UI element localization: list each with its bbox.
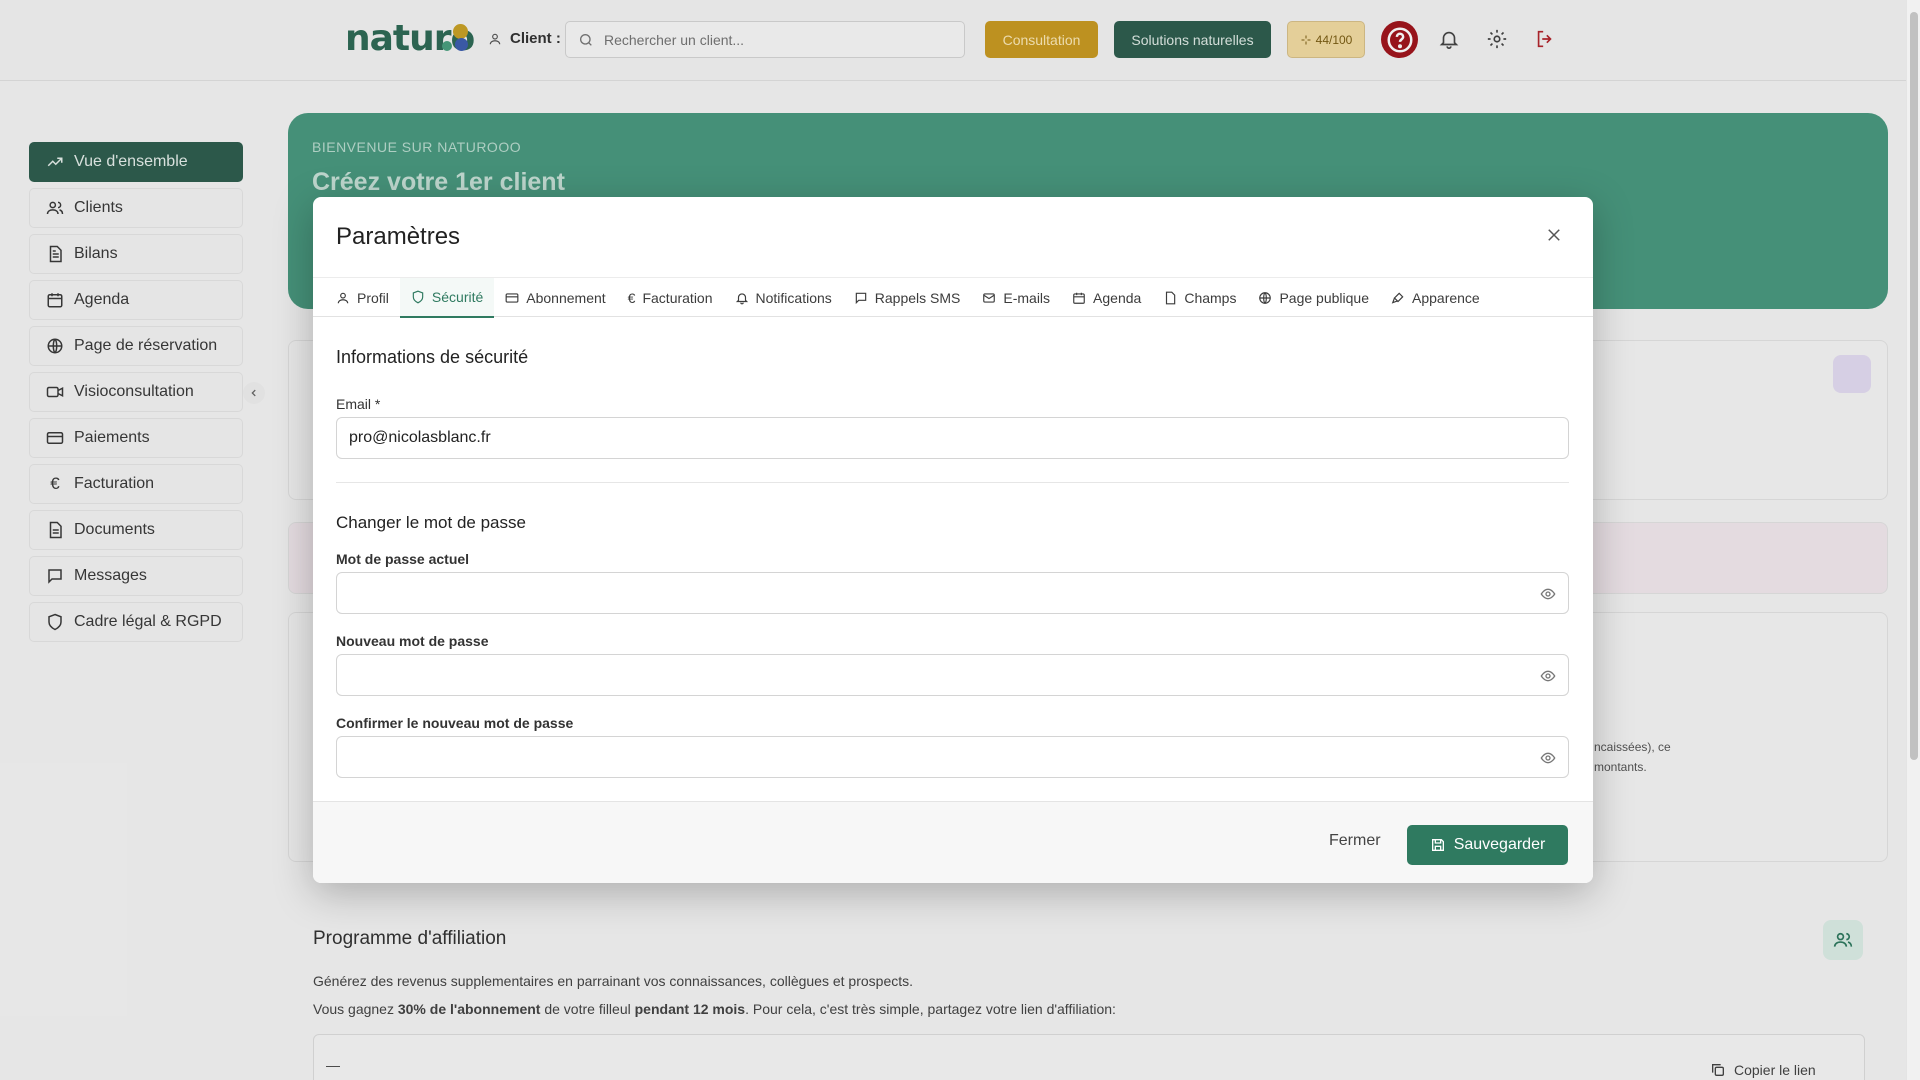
euro-icon: €	[627, 290, 636, 306]
tab-label: Abonnement	[526, 290, 606, 306]
tab-emails[interactable]: E-mails	[971, 278, 1061, 318]
tab-rappels-sms[interactable]: Rappels SMS	[843, 278, 972, 318]
calendar-icon	[1073, 292, 1085, 304]
new-password-input[interactable]	[349, 666, 1499, 684]
scrollbar-thumb[interactable]	[1910, 12, 1918, 760]
tab-notifications[interactable]: Notifications	[724, 278, 843, 318]
file-icon	[1166, 291, 1176, 305]
eye-icon[interactable]	[1540, 750, 1556, 766]
user-icon	[337, 292, 349, 304]
eye-icon[interactable]	[1540, 586, 1556, 602]
current-password-label: Mot de passe actuel	[336, 551, 470, 567]
tab-label: Facturation	[642, 290, 713, 306]
confirm-password-label: Confirmer le nouveau mot de passe	[336, 715, 574, 731]
tab-agenda[interactable]: Agenda	[1061, 278, 1152, 318]
new-password-field[interactable]	[336, 654, 1569, 696]
save-button-label: Sauvegarder	[1453, 836, 1546, 853]
save-button[interactable]: Sauvegarder	[1407, 825, 1568, 865]
brush-icon	[1391, 292, 1404, 304]
tab-label: Agenda	[1093, 290, 1142, 306]
tab-label: Profil	[357, 290, 389, 306]
tab-champs[interactable]: Champs	[1152, 278, 1247, 318]
modal-close-button[interactable]	[1543, 224, 1565, 246]
page-scrollbar[interactable]	[1906, 0, 1920, 1080]
tab-abonnement[interactable]: Abonnement	[494, 278, 616, 318]
globe-icon	[1259, 292, 1272, 304]
message-icon	[855, 292, 867, 305]
save-icon	[1431, 839, 1444, 851]
modal-footer: Fermer Sauvegarder	[313, 801, 1593, 883]
section-divider	[336, 482, 1569, 483]
tab-label: Sécurité	[431, 289, 484, 305]
new-password-label: Nouveau mot de passe	[336, 633, 489, 649]
confirm-password-field[interactable]	[336, 736, 1569, 778]
tab-label: Champs	[1184, 290, 1237, 306]
modal-title: Paramètres	[336, 223, 461, 250]
password-section-title: Changer le mot de passe	[336, 513, 526, 532]
shield-icon	[412, 290, 424, 304]
confirm-password-input[interactable]	[349, 748, 1499, 766]
settings-modal: Paramètres Profil Sécurité Abonnement € …	[313, 197, 1593, 883]
tab-apparence[interactable]: Apparence	[1380, 278, 1491, 318]
security-section-title: Informations de sécurité	[336, 347, 529, 367]
credit-card-icon	[505, 293, 519, 303]
tab-page-publique[interactable]: Page publique	[1247, 278, 1380, 318]
current-password-input[interactable]	[349, 584, 1499, 602]
settings-tabs: Profil Sécurité Abonnement € Facturation…	[313, 277, 1593, 318]
email-label: Email *	[336, 396, 381, 412]
close-button[interactable]: Fermer	[1329, 832, 1381, 850]
eye-icon[interactable]	[1540, 668, 1556, 684]
mail-icon	[983, 293, 996, 303]
tab-label: Rappels SMS	[874, 290, 961, 306]
current-password-field[interactable]	[336, 572, 1569, 614]
close-icon	[1548, 229, 1560, 241]
email-field[interactable]	[336, 417, 1569, 459]
tab-facturation[interactable]: € Facturation	[617, 278, 724, 318]
tab-label: Apparence	[1412, 290, 1480, 306]
email-input[interactable]	[349, 429, 1499, 447]
tab-label: E-mails	[1003, 290, 1051, 306]
bell-icon	[735, 293, 748, 305]
tab-securite[interactable]: Sécurité	[399, 278, 495, 318]
tab-label: Page publique	[1279, 290, 1369, 306]
tab-profil[interactable]: Profil	[325, 278, 400, 318]
tab-label: Notifications	[755, 290, 832, 306]
